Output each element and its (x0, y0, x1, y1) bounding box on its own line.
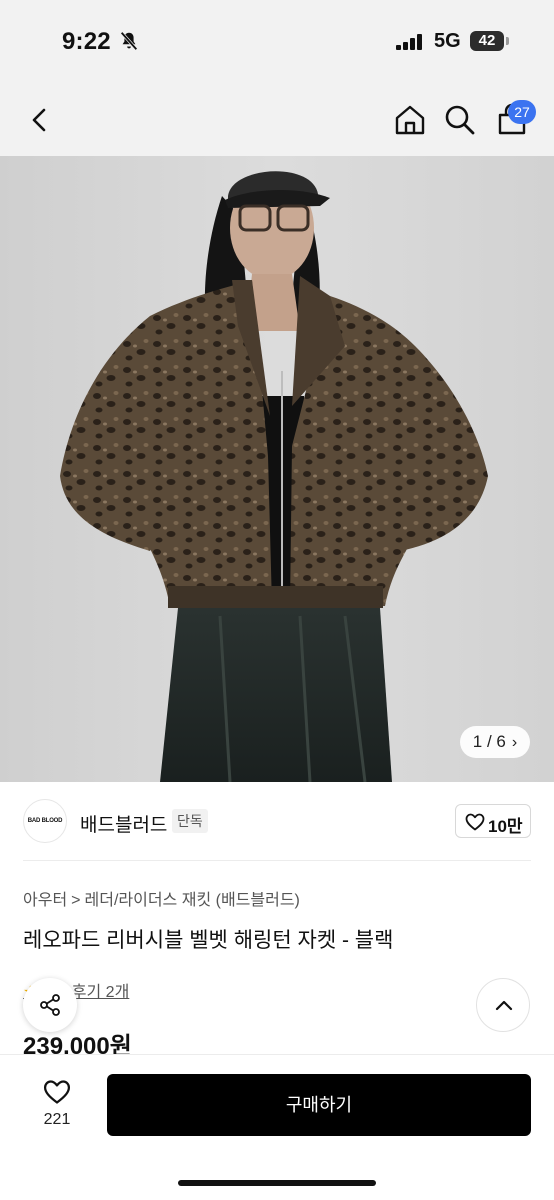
breadcrumb: 아우터 > 레더/라이더스 재킷 (배드블러드) (23, 886, 300, 910)
heart-icon (465, 813, 485, 831)
share-button[interactable] (23, 978, 77, 1032)
scroll-top-button[interactable] (476, 978, 530, 1032)
product-photo (0, 156, 554, 782)
search-icon (445, 105, 475, 135)
breadcrumb-item-category[interactable]: 아우터 (23, 892, 67, 909)
product-image[interactable] (0, 156, 554, 782)
status-bar: 9:22 5G 42 (0, 0, 554, 80)
status-time: 9:22 (62, 28, 111, 55)
like-store-count: 10만 (488, 817, 523, 836)
home-button[interactable] (392, 102, 428, 138)
chevron-right-icon: › (511, 734, 518, 751)
search-button[interactable] (442, 102, 478, 138)
back-button[interactable] (22, 102, 58, 138)
cart-count-badge: 27 (508, 100, 536, 124)
home-icon (395, 105, 425, 135)
chevron-left-icon (32, 108, 46, 132)
image-counter-label: 1 / 6 (472, 732, 506, 751)
bottom-bar: 221 구매하기 (0, 1054, 554, 1200)
wish-count: 221 (43, 1111, 71, 1128)
bell-mute-icon (120, 31, 138, 51)
review-count[interactable]: 후기 2개 (72, 984, 130, 1001)
breadcrumb-separator: > (71, 892, 81, 909)
store-name[interactable]: 배드블러드 (80, 810, 167, 837)
chevron-up-icon (495, 1000, 513, 1011)
wish-button[interactable]: 221 (32, 1075, 82, 1137)
product-title: 레오파드 리버시블 벨벳 해링턴 자켓 - 블랙 (23, 929, 394, 952)
breadcrumb-item-subcategory[interactable]: 레더/라이더스 재킷 (배드블러드) (85, 892, 300, 909)
image-counter[interactable]: 1 / 6 › (460, 726, 530, 758)
heart-icon (43, 1080, 71, 1104)
network-label: 5G (434, 30, 461, 52)
store-logo[interactable]: BAD BLOOD (23, 799, 67, 843)
home-indicator (178, 1180, 376, 1186)
battery-tip (506, 37, 509, 45)
signal-icon (396, 34, 422, 50)
divider (23, 860, 531, 861)
like-store-button[interactable]: 10만 (455, 804, 531, 838)
share-icon (40, 994, 60, 1016)
buy-button[interactable]: 구매하기 (107, 1074, 531, 1136)
store-row[interactable]: BAD BLOOD 배드블러드 단독 10만 (0, 782, 554, 862)
exclusive-badge: 단독 (172, 809, 208, 833)
battery-icon: 42 (470, 31, 504, 51)
nav-bar (0, 80, 554, 156)
